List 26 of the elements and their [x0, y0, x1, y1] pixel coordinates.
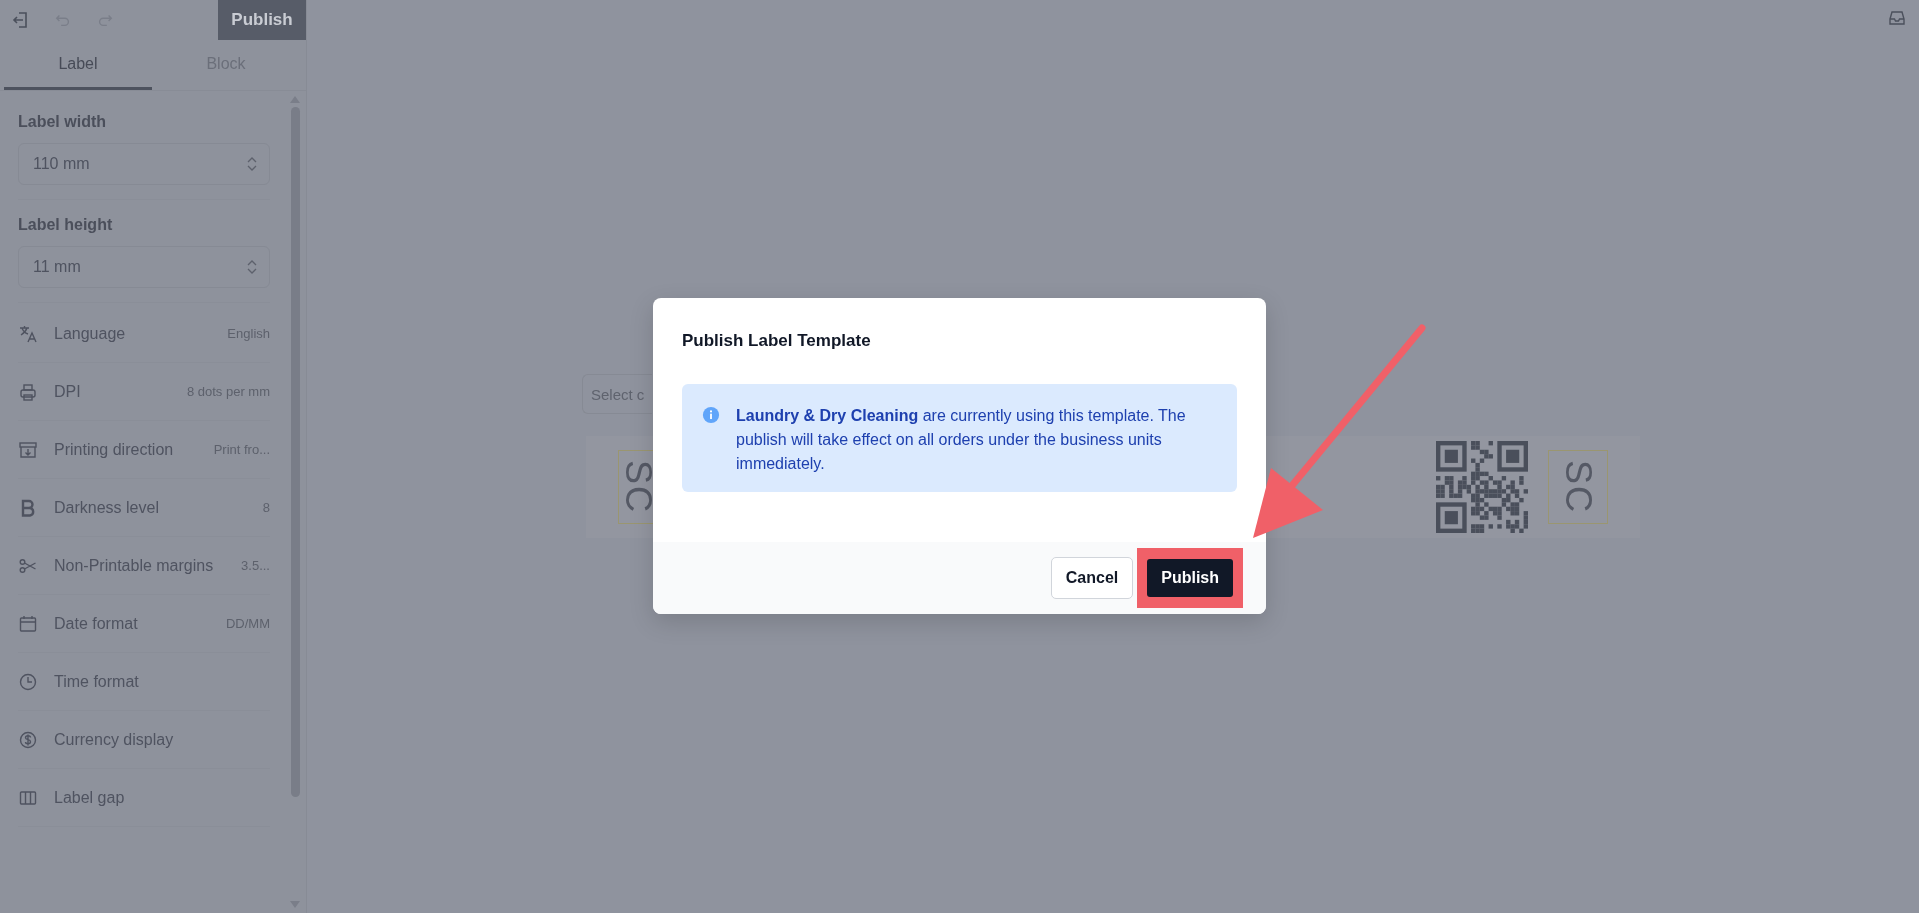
tray-icon	[18, 439, 38, 460]
inbox-icon[interactable]	[1887, 8, 1907, 28]
settings-row[interactable]: Time format	[18, 653, 270, 711]
publish-button[interactable]: Publish	[1147, 559, 1233, 597]
settings-row[interactable]: Currency display	[18, 711, 270, 769]
field-label: Label height	[18, 216, 114, 234]
tab[interactable]: Label	[4, 40, 152, 90]
number-field[interactable]: 11 mm	[18, 246, 270, 288]
calendar-icon	[18, 613, 38, 634]
settings-row[interactable]: Label gap	[18, 769, 270, 827]
stepper-icon	[247, 259, 257, 275]
publish-button[interactable]: Publish	[218, 0, 306, 40]
text-block[interactable]: SC	[1548, 450, 1608, 524]
clock-icon	[18, 671, 38, 692]
dollar-icon	[18, 729, 38, 750]
field-label: Label width	[18, 113, 107, 131]
exit-icon[interactable]	[10, 10, 30, 30]
stepper-icon	[247, 156, 257, 172]
dialog-title: Publish Label Template	[681, 330, 872, 351]
translate-icon	[18, 323, 38, 344]
info-icon	[702, 406, 720, 424]
alert-message: Laundry & Dry Cleaning are currently using this template. The publish will take effect on all orders under the business units immediately.	[736, 406, 1187, 474]
number-field[interactable]: 110 mm	[18, 143, 270, 185]
printer-icon	[18, 381, 38, 402]
cancel-button[interactable]: Cancel	[1050, 557, 1134, 599]
qr-code-icon[interactable]	[1436, 441, 1528, 533]
